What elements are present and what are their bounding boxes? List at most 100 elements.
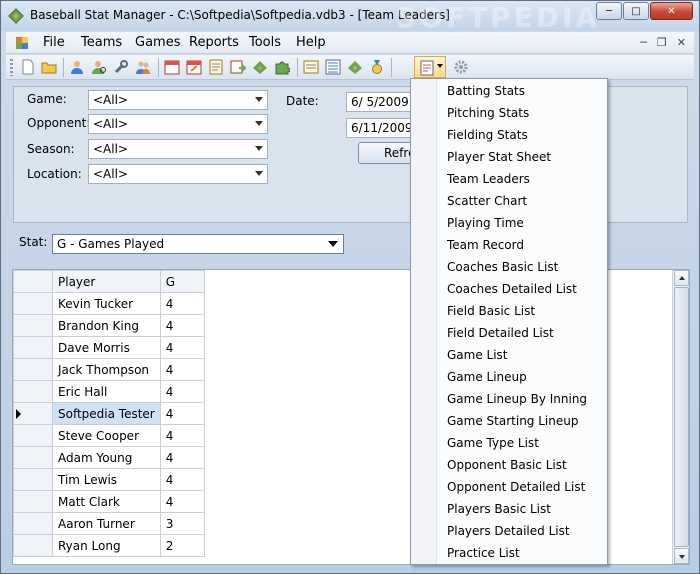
games-cell[interactable]: 4 (159, 402, 205, 425)
date-to-field[interactable]: 6/11/2009 (346, 118, 416, 138)
menu-item-scatter-chart[interactable]: Scatter Chart (447, 194, 527, 208)
scroll-down-button[interactable] (674, 548, 689, 564)
column-header-player[interactable]: Player (52, 270, 161, 293)
menu-item-coaches-basic-list[interactable]: Coaches Basic List (447, 260, 558, 274)
table-row[interactable]: Tim Lewis 4 (13, 468, 205, 491)
row-header[interactable] (13, 468, 53, 491)
menu-games[interactable]: Games (135, 35, 180, 50)
player-cell[interactable]: Softpedia Tester (52, 402, 161, 425)
menu-item-field-basic-list[interactable]: Field Basic List (447, 304, 535, 318)
table-row[interactable]: Matt Clark 4 (13, 490, 205, 513)
player-cell[interactable]: Aaron Turner (52, 512, 161, 535)
games-cell[interactable]: 4 (159, 468, 205, 491)
date-from-field[interactable]: 6/ 5/2009 (346, 92, 416, 112)
toolbar-grip[interactable] (10, 59, 13, 76)
mdi-minimize-button[interactable]: ─ (640, 36, 647, 49)
player-cell[interactable]: Dave Morris (52, 336, 161, 359)
row-header[interactable] (13, 534, 53, 557)
row-header[interactable] (13, 490, 53, 513)
player-cell[interactable]: Steve Cooper (52, 424, 161, 447)
table-row-selected[interactable]: Softpedia Tester 4 (13, 402, 205, 425)
row-header[interactable] (13, 336, 53, 359)
player-cell[interactable]: Brandon King (52, 314, 161, 337)
menu-item-team-record[interactable]: Team Record (447, 238, 524, 252)
calendar-export-icon[interactable] (230, 59, 246, 75)
menu-item-players-basic-list[interactable]: Players Basic List (447, 502, 551, 516)
reports-dropdown-button[interactable] (414, 56, 446, 78)
games-cell[interactable]: 4 (159, 490, 205, 513)
open-icon[interactable] (41, 59, 57, 75)
menu-item-team-leaders[interactable]: Team Leaders (447, 172, 530, 186)
menu-teams[interactable]: Teams (81, 35, 122, 50)
maximize-button[interactable]: □ (623, 2, 649, 20)
menu-item-batting-stats[interactable]: Batting Stats (447, 84, 525, 98)
scroll-thumb[interactable] (674, 287, 689, 547)
menu-item-player-stat-sheet[interactable]: Player Stat Sheet (447, 150, 551, 164)
field-icon[interactable] (252, 59, 268, 75)
row-header[interactable] (13, 424, 53, 447)
puzzle-icon[interactable] (274, 59, 290, 75)
player-cell[interactable]: Adam Young (52, 446, 161, 469)
row-header[interactable] (13, 292, 53, 315)
games-cell[interactable]: 4 (159, 336, 205, 359)
table-row[interactable]: Kevin Tucker 4 (13, 292, 205, 315)
menu-item-game-lineup[interactable]: Game Lineup (447, 370, 527, 384)
location-combo[interactable]: <All> (88, 164, 268, 184)
close-button[interactable]: ✕ (650, 2, 693, 20)
row-header[interactable] (13, 380, 53, 403)
player-cell[interactable]: Jack Thompson (52, 358, 161, 381)
player-cell[interactable]: Matt Clark (52, 490, 161, 513)
opponent-combo[interactable]: <All> (88, 114, 268, 134)
games-cell[interactable]: 4 (159, 424, 205, 447)
games-cell[interactable]: 4 (159, 314, 205, 337)
row-header[interactable] (13, 512, 53, 535)
menu-item-opponent-basic-list[interactable]: Opponent Basic List (447, 458, 567, 472)
refresh-button[interactable]: Refresh (358, 142, 418, 164)
games-cell[interactable]: 3 (159, 512, 205, 535)
player-icon[interactable] (69, 59, 85, 75)
row-header[interactable] (13, 358, 53, 381)
document-window-icon[interactable] (15, 36, 29, 50)
wrench-icon[interactable] (113, 59, 129, 75)
menu-tools[interactable]: Tools (249, 35, 281, 50)
table-row[interactable]: Jack Thompson 4 (13, 358, 205, 381)
menu-item-fielding-stats[interactable]: Fielding Stats (447, 128, 528, 142)
game-combo[interactable]: <All> (88, 90, 268, 110)
new-icon[interactable] (20, 59, 36, 75)
player-cell[interactable]: Tim Lewis (52, 468, 161, 491)
menu-item-playing-time[interactable]: Playing Time (447, 216, 524, 230)
table-row[interactable]: Adam Young 4 (13, 446, 205, 469)
season-combo[interactable]: <All> (88, 139, 268, 159)
settings-gear-icon[interactable] (453, 59, 469, 75)
menu-help[interactable]: Help (296, 35, 326, 50)
mdi-restore-button[interactable]: ❐ (657, 36, 667, 49)
menu-item-players-detailed-list[interactable]: Players Detailed List (447, 524, 570, 538)
menu-item-opponent-detailed-list[interactable]: Opponent Detailed List (447, 480, 585, 494)
mdi-close-button[interactable]: ✕ (677, 36, 686, 49)
player-cell[interactable]: Ryan Long (52, 534, 161, 557)
games-cell[interactable]: 4 (159, 292, 205, 315)
table-row[interactable]: Eric Hall 4 (13, 380, 205, 403)
row-header[interactable] (13, 402, 53, 425)
menu-item-practice-list[interactable]: Practice List (447, 546, 520, 560)
menu-item-pitching-stats[interactable]: Pitching Stats (447, 106, 529, 120)
stat-combo[interactable]: G - Games Played (52, 234, 344, 254)
player-cell[interactable]: Kevin Tucker (52, 292, 161, 315)
scroll-up-button[interactable] (674, 270, 689, 286)
menu-item-coaches-detailed-list[interactable]: Coaches Detailed List (447, 282, 577, 296)
games-cell[interactable]: 4 (159, 358, 205, 381)
table-row[interactable]: Aaron Turner 3 (13, 512, 205, 535)
baseball-field-icon[interactable] (347, 59, 363, 75)
menu-item-game-lineup-by-inning[interactable]: Game Lineup By Inning (447, 392, 587, 406)
table-row[interactable]: Brandon King 4 (13, 314, 205, 337)
note-icon[interactable] (303, 59, 319, 75)
games-cell[interactable]: 4 (159, 446, 205, 469)
games-cell[interactable]: 2 (159, 534, 205, 557)
calendar-icon[interactable] (164, 59, 180, 75)
medal-icon[interactable] (369, 59, 385, 75)
table-row[interactable]: Dave Morris 4 (13, 336, 205, 359)
row-header[interactable] (13, 314, 53, 337)
games-cell[interactable]: 4 (159, 380, 205, 403)
menu-reports[interactable]: Reports (189, 35, 239, 50)
notepad-icon[interactable] (208, 59, 224, 75)
